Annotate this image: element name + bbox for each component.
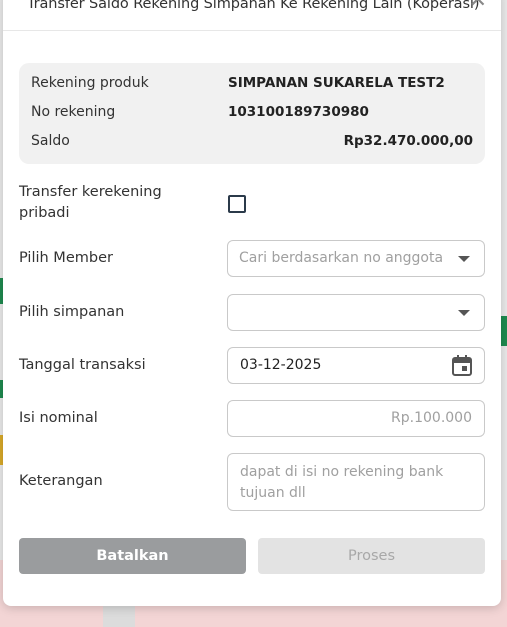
info-label: Saldo bbox=[31, 133, 70, 149]
info-row-account-number: No rekening 103100189730980 bbox=[31, 104, 473, 124]
nominal-row: Isi nominal Rp.100.000 bbox=[19, 400, 485, 437]
info-value: SIMPANAN SUKARELA TEST2 bbox=[228, 75, 445, 91]
info-row-balance: Saldo Rp32.470.000,00 bbox=[31, 133, 473, 153]
transfer-dialog: Transfer Saldo Rekening Simpanan Ke Reke… bbox=[3, 0, 501, 606]
note-textarea[interactable]: dapat di isi no rekening bank tujuan dll bbox=[227, 453, 485, 511]
process-button[interactable]: Proses bbox=[258, 538, 485, 574]
chevron-down-icon bbox=[458, 256, 470, 262]
transfer-own-row: Transfer kerekening pribadi bbox=[19, 182, 485, 226]
date-value: 03-12-2025 bbox=[240, 357, 322, 373]
info-value: 103100189730980 bbox=[228, 104, 369, 120]
background-accent bbox=[500, 316, 507, 346]
member-row: Pilih Member Cari berdasarkan no anggota bbox=[19, 240, 485, 277]
info-row-product: Rekening produk SIMPANAN SUKARELA TEST2 bbox=[31, 75, 473, 95]
transfer-own-checkbox[interactable] bbox=[228, 195, 246, 213]
nominal-placeholder: Rp.100.000 bbox=[391, 410, 472, 426]
member-label: Pilih Member bbox=[19, 250, 113, 266]
note-placeholder: dapat di isi no rekening bank tujuan dll bbox=[240, 464, 444, 501]
cancel-button[interactable]: Batalkan bbox=[19, 538, 246, 574]
close-icon[interactable]: ✕ bbox=[469, 0, 487, 12]
account-info-card: Rekening produk SIMPANAN SUKARELA TEST2 … bbox=[19, 63, 485, 164]
calendar-icon[interactable] bbox=[452, 355, 472, 376]
date-row: Tanggal transaksi 03-12-2025 bbox=[19, 347, 485, 384]
info-value: Rp32.470.000,00 bbox=[343, 133, 473, 149]
simpanan-select[interactable] bbox=[227, 294, 485, 331]
nominal-input[interactable]: Rp.100.000 bbox=[227, 400, 485, 437]
dialog-header: Transfer Saldo Rekening Simpanan Ke Reke… bbox=[3, 0, 501, 31]
member-select[interactable]: Cari berdasarkan no anggota bbox=[227, 240, 485, 277]
simpanan-row: Pilih simpanan bbox=[19, 294, 485, 331]
info-label: Rekening produk bbox=[31, 75, 149, 91]
simpanan-label: Pilih simpanan bbox=[19, 304, 125, 320]
note-row: Keterangan dapat di isi no rekening bank… bbox=[19, 453, 485, 511]
date-label: Tanggal transaksi bbox=[19, 357, 146, 373]
note-label: Keterangan bbox=[19, 473, 103, 489]
chevron-down-icon bbox=[458, 310, 470, 316]
date-input[interactable]: 03-12-2025 bbox=[227, 347, 485, 384]
transfer-own-label: Transfer kerekening pribadi bbox=[19, 184, 162, 221]
info-label: No rekening bbox=[31, 104, 116, 120]
member-placeholder: Cari berdasarkan no anggota bbox=[239, 250, 444, 266]
dialog-title: Transfer Saldo Rekening Simpanan Ke Reke… bbox=[27, 0, 480, 12]
nominal-label: Isi nominal bbox=[19, 410, 98, 426]
